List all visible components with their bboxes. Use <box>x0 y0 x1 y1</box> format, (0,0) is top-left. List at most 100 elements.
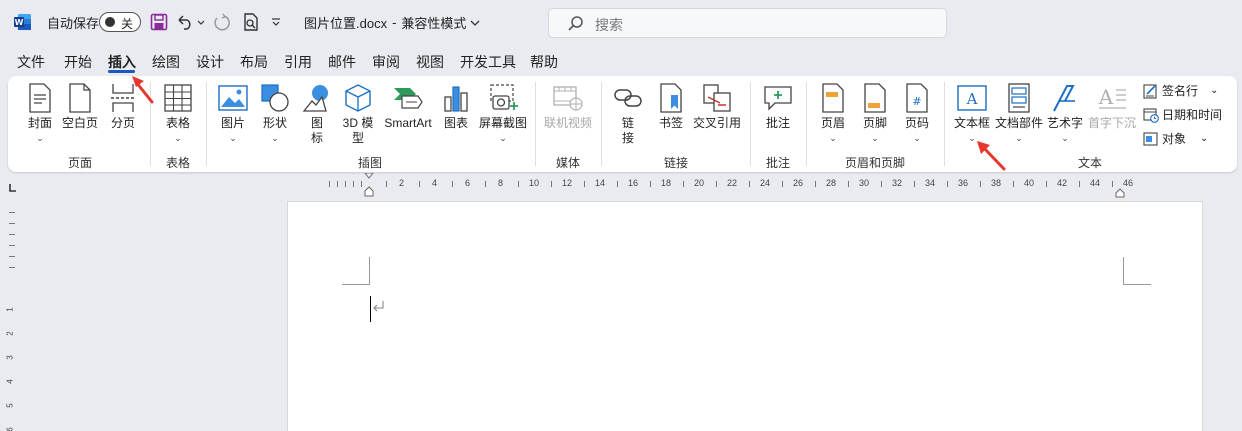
print-preview-icon[interactable] <box>240 11 262 33</box>
quick-parts-label: 文档部件 <box>995 116 1044 130</box>
group-separator <box>750 82 751 166</box>
margin-corner-top-right <box>1123 257 1151 285</box>
ruler-number: 44 <box>1090 178 1101 188</box>
ruler-number: 6 <box>5 427 15 431</box>
ruler-tick <box>1111 181 1113 187</box>
chart-label: 图表 <box>443 116 468 130</box>
save-icon[interactable] <box>148 11 170 33</box>
cover-page-button[interactable]: 封面 ⌄ <box>24 82 56 143</box>
ruler-number: 4 <box>5 379 15 384</box>
icons-button[interactable]: 图 标 <box>302 82 332 146</box>
ruler-number: 22 <box>727 178 738 188</box>
tab-view[interactable]: 视图 <box>416 52 444 72</box>
indent-marker-icon[interactable] <box>363 172 375 197</box>
wordart-button[interactable]: 艺术字 ⌄ <box>1046 82 1084 143</box>
screenshot-button[interactable]: 屏幕截图 ⌄ <box>478 82 528 143</box>
ruler-number: 6 <box>465 178 471 188</box>
tab-help[interactable]: 帮助 <box>530 52 558 72</box>
customize-toolbar-icon[interactable] <box>268 11 284 33</box>
date-time-button[interactable]: 日期和时间 <box>1143 106 1222 123</box>
ruler-number: 26 <box>793 178 804 188</box>
autosave-toggle[interactable]: 关 <box>99 12 141 32</box>
page-number-label: 页码 <box>904 116 929 130</box>
smartart-button[interactable]: SmartArt <box>380 82 436 131</box>
online-video-label: 联机视频 <box>543 116 592 130</box>
ruler-tick <box>814 181 816 187</box>
cover-page-icon <box>24 82 56 114</box>
shapes-button[interactable]: 形状 ⌄ <box>258 82 292 143</box>
ruler-number: 8 <box>498 178 504 188</box>
ruler-tick <box>451 181 453 187</box>
ruler-number: 5 <box>5 403 15 408</box>
tab-developer[interactable]: 开发工具 <box>460 52 516 72</box>
tab-insert[interactable]: 插入 <box>108 52 136 72</box>
object-icon <box>1143 131 1159 147</box>
right-indent-marker-icon[interactable] <box>1115 185 1125 198</box>
tab-selector-icon[interactable] <box>8 180 18 192</box>
document-page[interactable] <box>287 201 1203 431</box>
link-label-1: 链 <box>621 116 634 130</box>
bookmark-button[interactable]: 书签 <box>656 82 686 131</box>
ruler-tick <box>1012 181 1014 187</box>
text-box-button[interactable]: A 文本框 ⌄ <box>953 82 991 143</box>
ruler-tick <box>337 181 338 187</box>
vertical-ruler[interactable]: 1 2 3 4 5 6 <box>4 200 20 431</box>
tab-references[interactable]: 引用 <box>284 52 312 72</box>
svg-text:#: # <box>912 95 921 108</box>
header-button[interactable]: 页眉 ⌄ <box>818 82 848 143</box>
footer-label: 页脚 <box>862 116 887 130</box>
signature-line-label: 签名行 <box>1162 84 1199 98</box>
blank-page-button[interactable]: 空白页 <box>60 82 100 131</box>
shapes-icon <box>259 82 291 114</box>
tab-mailings[interactable]: 邮件 <box>328 52 356 72</box>
chevron-down-icon: ⌄ <box>829 133 837 143</box>
quick-parts-button[interactable]: 文档部件 ⌄ <box>995 82 1043 143</box>
chevron-down-icon: ⌄ <box>271 133 279 143</box>
ruler-tick <box>517 181 519 187</box>
ruler-tick <box>880 181 882 187</box>
group-separator <box>206 82 207 166</box>
tab-design[interactable]: 设计 <box>196 52 224 72</box>
table-button[interactable]: 表格 ⌄ <box>162 82 194 143</box>
signature-line-icon <box>1143 83 1159 99</box>
online-video-icon <box>552 82 584 114</box>
tab-draw[interactable]: 绘图 <box>152 52 180 72</box>
drop-cap-button[interactable]: A 首字下沉 <box>1088 82 1136 131</box>
document-title[interactable]: 图片位置.docx - 兼容性模式 <box>304 13 480 32</box>
tab-layout[interactable]: 布局 <box>240 52 268 72</box>
ruler-tick <box>353 181 354 187</box>
link-label-2: 接 <box>621 131 634 145</box>
new-comment-button[interactable]: 批注 <box>762 82 794 131</box>
tab-review[interactable]: 审阅 <box>372 52 400 72</box>
signature-line-button[interactable]: 签名行 ⌄ <box>1143 82 1218 99</box>
page-number-button[interactable]: # 页码 ⌄ <box>902 82 932 143</box>
link-button[interactable]: 链 接 <box>612 82 644 146</box>
group-label-comments: 批注 <box>766 156 791 170</box>
picture-icon <box>217 82 249 114</box>
ruler-number: 38 <box>991 178 1002 188</box>
search-input[interactable]: 搜索 <box>548 8 947 38</box>
object-button[interactable]: 对象 ⌄ <box>1143 130 1208 147</box>
ruler-number: 2 <box>5 331 15 336</box>
footer-button[interactable]: 页脚 ⌄ <box>860 82 890 143</box>
chart-button[interactable]: 图表 <box>442 82 470 131</box>
ruler-number: 10 <box>529 178 540 188</box>
horizontal-ruler[interactable]: 2 4 6 8 10 12 14 16 18 20 22 24 26 28 30 32 34 36 38 40 42 44… <box>287 178 1205 192</box>
group-label-links: 链接 <box>664 156 689 170</box>
group-label-text: 文本 <box>1078 156 1103 170</box>
svg-text:W: W <box>15 18 24 27</box>
redo-icon[interactable] <box>210 11 232 33</box>
smartart-icon <box>392 82 424 114</box>
tab-file[interactable]: 文件 <box>17 52 45 72</box>
online-video-button[interactable]: 联机视频 <box>543 82 593 131</box>
cross-reference-button[interactable]: 交叉引用 <box>692 82 742 131</box>
pictures-button[interactable]: 图片 ⌄ <box>217 82 249 143</box>
autosave-label: 自动保存 <box>47 16 100 31</box>
undo-icon[interactable] <box>175 11 205 33</box>
text-box-icon: A <box>956 82 988 114</box>
group-separator <box>601 82 602 166</box>
3d-models-button[interactable]: 3D 模 型 <box>340 82 376 146</box>
ruler-tick <box>583 181 585 187</box>
tab-home[interactable]: 开始 <box>64 52 92 72</box>
icons-label-2: 标 <box>310 131 323 145</box>
